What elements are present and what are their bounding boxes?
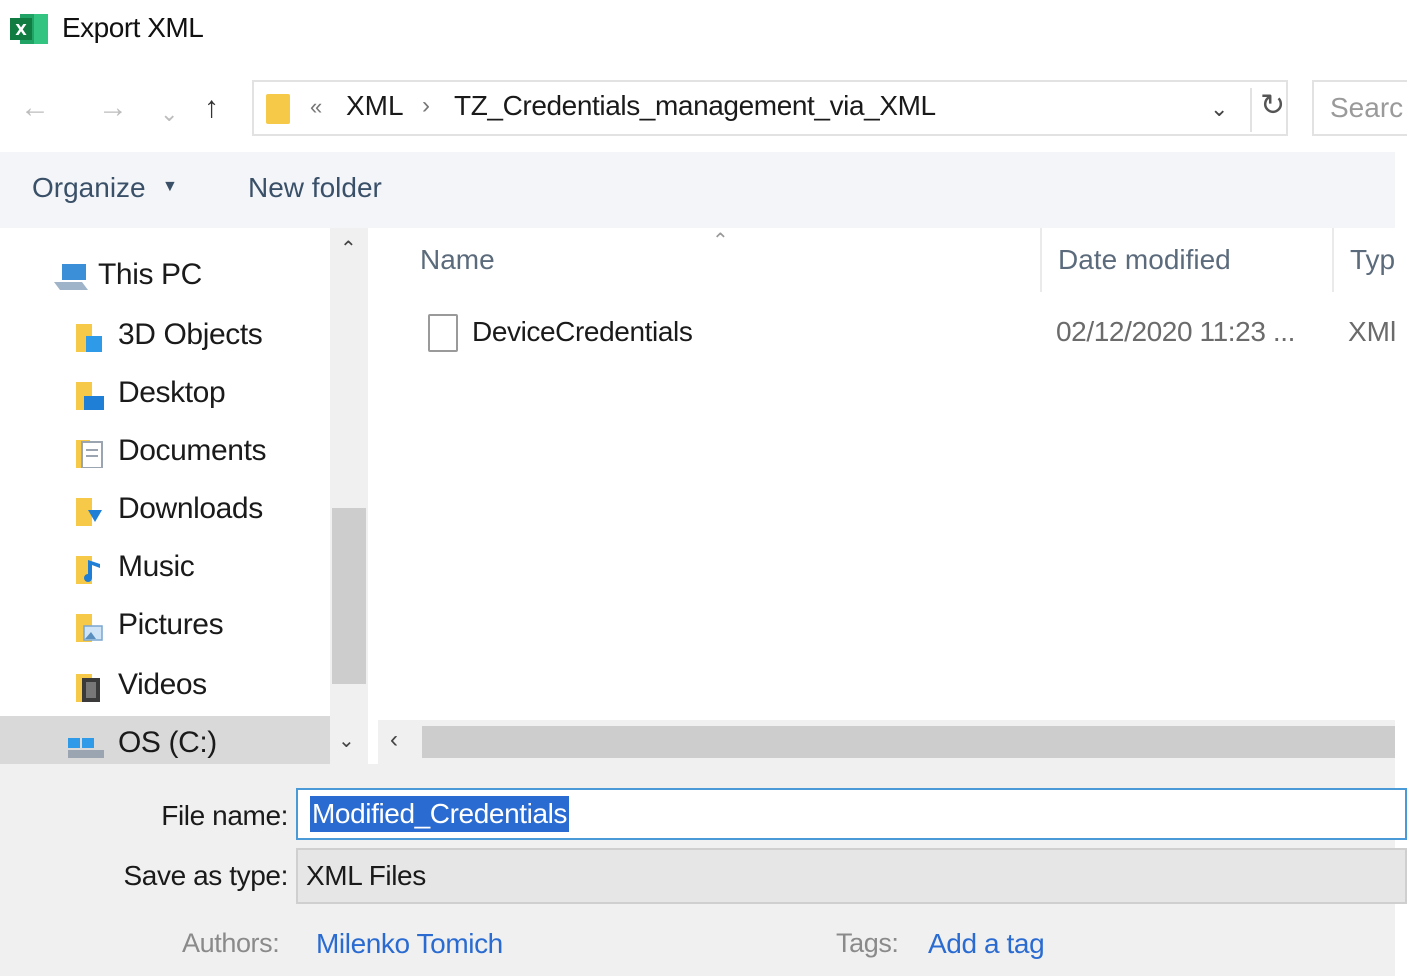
add-tag-link[interactable]: Add a tag <box>928 928 1045 960</box>
videos-folder-icon <box>76 674 100 702</box>
navigation-bar: ← → ⌄ ↑ « XML › TZ_Credentials_managemen… <box>0 70 1407 146</box>
chevron-down-icon[interactable]: ⌄ <box>160 94 178 134</box>
column-header-type[interactable]: Typ <box>1350 244 1395 276</box>
command-toolbar: Organize ▼ New folder <box>0 152 1395 228</box>
folder-icon <box>266 94 290 124</box>
pictures-folder-icon <box>76 614 103 642</box>
documents-folder-icon <box>76 440 103 468</box>
arrow-right-icon[interactable]: → <box>98 88 128 128</box>
sidebar-item-label: 3D Objects <box>118 318 263 351</box>
sidebar-item-documents[interactable]: Documents <box>0 424 330 480</box>
breadcrumb-current-folder[interactable]: TZ_Credentials_management_via_XML <box>454 90 936 122</box>
breadcrumb-xml[interactable]: XML <box>346 90 404 122</box>
navigation-pane: This PC 3D Objects Desktop Documents Dow… <box>0 228 330 764</box>
new-folder-button[interactable]: New folder <box>248 172 382 204</box>
music-folder-icon <box>76 556 100 584</box>
sidebar-item-desktop[interactable]: Desktop <box>0 366 330 422</box>
authors-label: Authors: <box>182 928 280 958</box>
organize-button[interactable]: Organize <box>32 172 146 204</box>
tags-label: Tags: <box>836 928 899 958</box>
sidebar-item-label: Documents <box>118 434 267 467</box>
authors-value[interactable]: Milenko Tomich <box>316 928 503 960</box>
table-row[interactable]: DeviceCredentials 02/12/2020 11:23 ... X… <box>418 310 1395 364</box>
title-bar: X Export XML <box>0 0 1407 60</box>
file-list-horizontal-scrollbar[interactable]: ‹ <box>378 720 1395 764</box>
column-header-date-modified[interactable]: Date modified <box>1058 244 1231 276</box>
column-divider[interactable] <box>1332 228 1334 292</box>
sidebar-item-pictures[interactable]: Pictures <box>0 598 330 654</box>
search-input[interactable]: Searc <box>1312 80 1407 136</box>
sidebar-item-os-c[interactable]: OS (C:) <box>0 716 330 764</box>
sidebar-item-label: OS (C:) <box>118 726 217 759</box>
file-name-input[interactable]: Modified_Credentials <box>296 788 1407 840</box>
sidebar-item-music[interactable]: Music <box>0 540 330 596</box>
file-name-label: File name: <box>161 800 288 831</box>
sidebar-item-this-pc[interactable]: This PC <box>0 248 330 304</box>
sidebar-item-label: Videos <box>118 668 207 701</box>
sidebar-item-label: Desktop <box>118 376 226 409</box>
sidebar-item-3d-objects[interactable]: 3D Objects <box>0 308 330 364</box>
file-list: ⌃ Name Date modified Typ DeviceCredentia… <box>378 228 1395 764</box>
sidebar-item-label: Downloads <box>118 492 263 525</box>
address-bar[interactable]: « XML › TZ_Credentials_management_via_XM… <box>252 80 1288 136</box>
address-dropdown-icon[interactable]: ⌄ <box>1210 96 1228 122</box>
address-overflow[interactable]: « <box>310 94 322 120</box>
caret-down-icon[interactable]: ▼ <box>162 178 178 196</box>
save-form: File name: Modified_Credentials Save as … <box>0 764 1407 976</box>
file-type: XMl <box>1348 316 1395 347</box>
file-name-value[interactable]: Modified_Credentials <box>310 796 570 832</box>
sidebar-item-downloads[interactable]: Downloads <box>0 482 330 538</box>
refresh-icon[interactable]: ↻ <box>1250 88 1285 132</box>
file-name: DeviceCredentials <box>472 316 693 347</box>
drive-icon <box>68 738 104 758</box>
column-header-name[interactable]: Name <box>420 244 495 276</box>
arrow-left-icon[interactable]: ← <box>20 88 50 128</box>
scrollbar-thumb[interactable] <box>332 508 366 684</box>
save-as-type-label: Save as type: <box>123 860 289 891</box>
file-icon <box>428 314 458 352</box>
downloads-folder-icon <box>76 498 102 526</box>
navigation-pane-scrollbar[interactable]: ⌃ ⌄ <box>330 228 368 764</box>
file-date-modified: 02/12/2020 11:23 ... <box>1056 316 1296 347</box>
save-as-type-value: XML Files <box>306 860 426 891</box>
scroll-left-icon[interactable]: ‹ <box>390 726 398 754</box>
sidebar-item-label: Pictures <box>118 608 224 641</box>
sidebar-item-label: Music <box>118 550 195 583</box>
sidebar-item-videos[interactable]: Videos <box>0 658 330 714</box>
arrow-up-icon[interactable]: ↑ <box>204 88 219 128</box>
sort-ascending-icon: ⌃ <box>712 230 729 252</box>
scroll-down-icon[interactable]: ⌄ <box>338 728 355 753</box>
3d-objects-folder-icon <box>76 324 102 352</box>
search-placeholder: Searc <box>1330 92 1404 123</box>
scroll-up-icon[interactable]: ⌃ <box>340 236 357 261</box>
breadcrumb-separator[interactable]: › <box>422 92 430 120</box>
computer-icon <box>54 264 88 290</box>
window-title: Export XML <box>62 12 204 43</box>
column-divider[interactable] <box>1040 228 1042 292</box>
desktop-folder-icon <box>76 382 104 410</box>
svg-text:X: X <box>15 21 27 39</box>
save-as-type-select[interactable]: XML Files <box>296 848 1407 904</box>
scrollbar-thumb[interactable] <box>422 726 1395 758</box>
sidebar-item-label: This PC <box>98 258 202 291</box>
excel-icon: X <box>10 14 48 44</box>
